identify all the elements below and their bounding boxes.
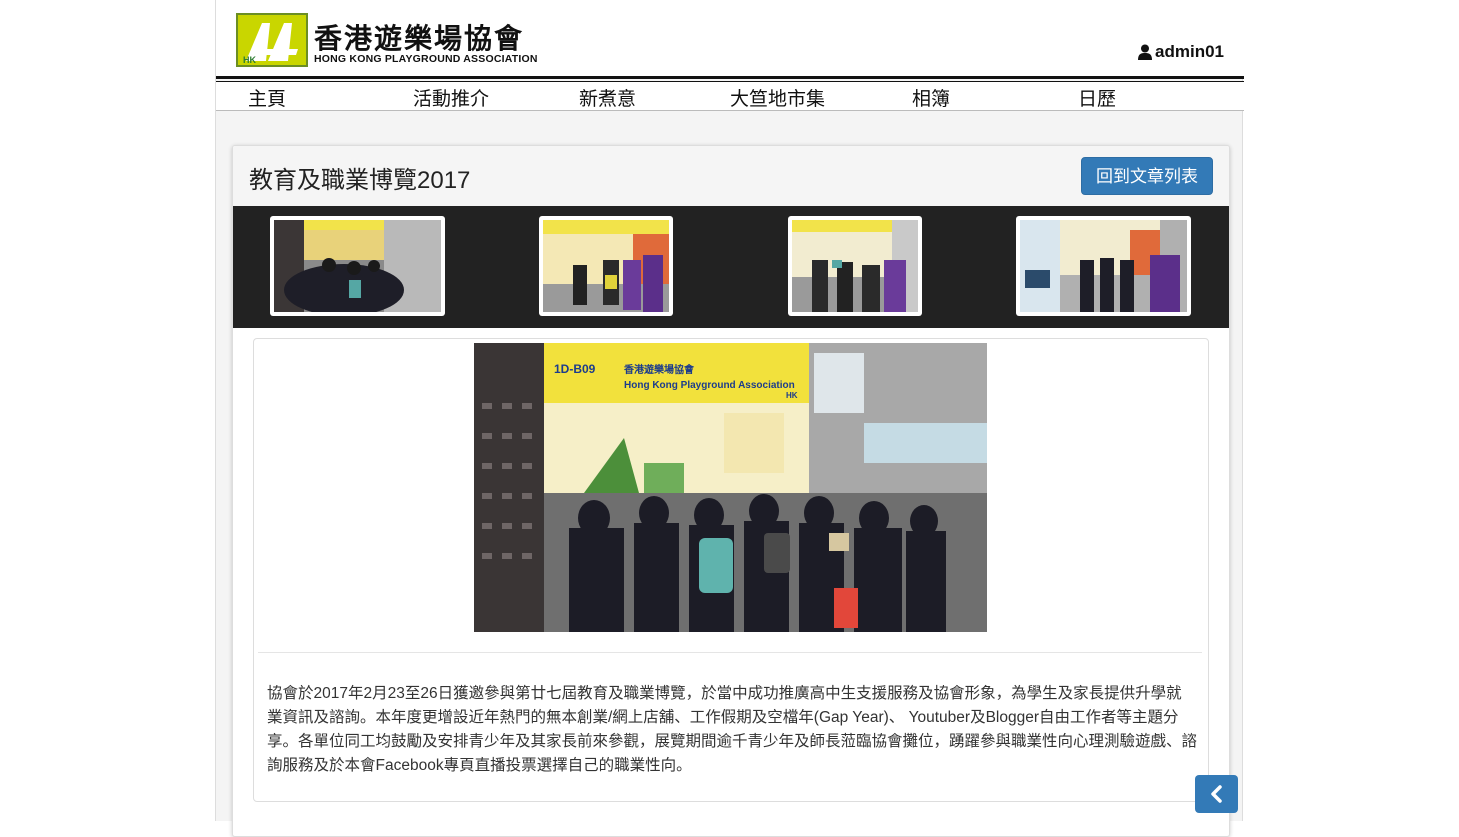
thumbnail-4[interactable] (1016, 216, 1191, 316)
user-name: admin01 (1155, 42, 1224, 61)
nav-item-market[interactable]: 大笪地市集 (730, 84, 825, 111)
article-body: 協會於2017年2月23至26日獲邀參與第廿七屆教育及職業博覽，於當中成功推廣高… (267, 685, 1198, 774)
svg-text:HK: HK (243, 55, 256, 65)
nav-item-new-ideas[interactable]: 新煮意 (579, 84, 636, 111)
article-header: 教育及職業博覽2017 回到文章列表 (233, 146, 1229, 207)
header-divider (216, 76, 1244, 79)
thumbnail-image (543, 220, 669, 312)
nav-item-calendar[interactable]: 日歷 (1078, 84, 1116, 111)
logo-english-name: HONG KONG PLAYGROUND ASSOCIATION (314, 53, 538, 65)
svg-text:Hong Kong Playground Associati: Hong Kong Playground Association (624, 380, 795, 391)
thumbnail-image (1020, 220, 1187, 312)
logo-chinese-name: 香港遊樂場協會 (314, 22, 525, 55)
scroll-back-button[interactable] (1195, 775, 1238, 813)
nav-item-home[interactable]: 主頁 (248, 84, 286, 111)
thumbnail-2[interactable] (539, 216, 673, 316)
user-menu[interactable]: admin01 (1137, 42, 1224, 62)
thumbnail-1[interactable] (270, 216, 445, 316)
article-main-photo[interactable]: 1D-B09 香港遊樂場協會 Hong Kong Playground Asso… (474, 343, 987, 632)
svg-text:香港遊樂場協會: 香港遊樂場協會 (624, 363, 695, 376)
thumbnail-3[interactable] (788, 216, 922, 316)
thumbnail-image (274, 220, 441, 312)
logo-mark: HK (236, 13, 308, 67)
thumbnail-strip (233, 206, 1229, 328)
article-card: 教育及職業博覽2017 回到文章列表 1D-B09 香港遊樂場協會 Hong K… (232, 145, 1230, 837)
svg-text:HK: HK (786, 391, 798, 400)
back-to-list-button[interactable]: 回到文章列表 (1081, 157, 1213, 195)
user-icon (1137, 44, 1153, 60)
thumbnail-image (792, 220, 918, 312)
site-header: HK 香港遊樂場協會 HONG KONG PLAYGROUND ASSOCIAT… (216, 0, 1244, 78)
article-content: 1D-B09 香港遊樂場協會 Hong Kong Playground Asso… (253, 338, 1209, 802)
main-nav: 主頁 活動推介 新煮意 大笪地市集 相簿 日歷 (216, 82, 1244, 111)
nav-item-albums[interactable]: 相簿 (912, 84, 950, 111)
content-divider (258, 652, 1202, 653)
nav-item-activities[interactable]: 活動推介 (413, 84, 489, 111)
page-container: HK 香港遊樂場協會 HONG KONG PLAYGROUND ASSOCIAT… (215, 0, 1244, 837)
svg-text:1D-B09: 1D-B09 (554, 362, 596, 376)
site-logo[interactable]: HK 香港遊樂場協會 HONG KONG PLAYGROUND ASSOCIAT… (236, 13, 556, 69)
article-title: 教育及職業博覽2017 (249, 167, 471, 194)
